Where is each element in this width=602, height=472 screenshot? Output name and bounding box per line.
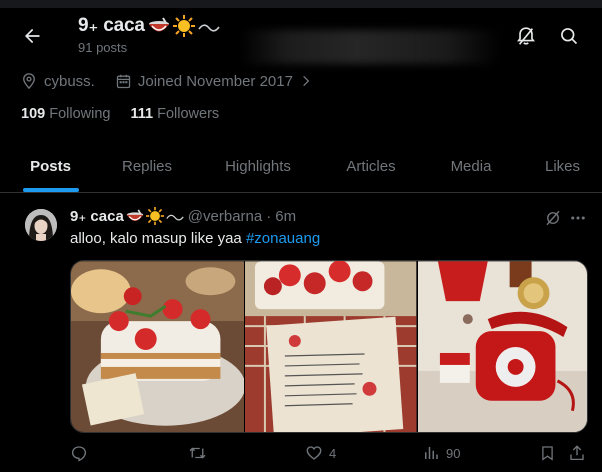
bowl-emoji-icon xyxy=(126,209,143,221)
blurred-banner xyxy=(240,30,500,64)
like-count: 4 xyxy=(329,445,337,461)
followers-link[interactable]: 111 Followers xyxy=(130,106,219,122)
share-icon xyxy=(570,445,584,461)
tab-media-label: Media xyxy=(450,157,492,175)
tilde-swirl-icon xyxy=(166,214,184,221)
views-button[interactable]: 90 xyxy=(422,444,460,462)
profile-meta: cybuss. Joined November 2017 xyxy=(20,72,313,90)
media-photo-recipe[interactable] xyxy=(245,261,417,433)
post-count: 91 posts xyxy=(78,40,128,55)
reply-button[interactable] xyxy=(70,444,94,462)
share-button[interactable] xyxy=(568,444,586,462)
post-author-name: 9₊ caca xyxy=(70,208,124,225)
post-header: 9₊ caca @verbarna · 6m xyxy=(70,207,296,225)
tab-posts[interactable]: Posts xyxy=(0,140,101,192)
calendar-icon xyxy=(116,74,131,88)
chevron-right-icon[interactable] xyxy=(299,74,313,88)
tab-articles-label: Articles xyxy=(346,157,396,175)
location-text: cybuss. xyxy=(44,72,95,90)
back-button[interactable] xyxy=(14,18,50,54)
tab-highlights[interactable]: Highlights xyxy=(193,140,323,192)
sun-emoji-icon xyxy=(145,207,164,225)
avatar-image xyxy=(25,209,57,241)
bookmark-button[interactable] xyxy=(539,444,556,462)
following-count: 109 xyxy=(21,106,46,122)
header-display-name: 9₊ caca xyxy=(78,14,220,37)
window-top-edge xyxy=(0,0,602,8)
grok-button[interactable] xyxy=(539,204,567,232)
profile-header: 9₊ caca 91 posts xyxy=(0,8,602,64)
post[interactable]: 9₊ caca @verbarna · 6m alloo, kalo masup… xyxy=(0,194,602,472)
bookmark-icon xyxy=(542,446,553,461)
tab-posts-label: Posts xyxy=(30,157,71,175)
grok-icon xyxy=(546,210,560,226)
header-title: 9₊ caca 91 posts xyxy=(78,14,220,55)
bowl-emoji-icon xyxy=(148,16,169,31)
more-button[interactable] xyxy=(564,204,592,232)
arrow-left-icon xyxy=(25,28,40,44)
search-icon xyxy=(561,28,578,45)
hashtag-link[interactable]: #zonauang xyxy=(246,230,320,247)
tab-likes-label: Likes xyxy=(544,157,581,175)
tab-articles[interactable]: Articles xyxy=(323,140,419,192)
repost-icon xyxy=(189,447,206,459)
post-separator: · xyxy=(266,207,272,225)
location-pin-icon xyxy=(23,73,35,90)
notifications-off-button[interactable] xyxy=(508,18,544,54)
tilde-swirl-icon xyxy=(198,23,220,32)
post-handle[interactable]: @verbarna xyxy=(188,208,262,225)
following-label: Following xyxy=(49,106,111,122)
view-count: 90 xyxy=(446,445,461,461)
post-time[interactable]: 6m xyxy=(275,208,296,225)
profile-tabs: Posts Replies Highlights Articles Media … xyxy=(0,140,602,193)
reply-icon xyxy=(71,446,87,462)
follow-stats: 109 Following 111 Followers xyxy=(21,106,219,122)
tab-highlights-label: Highlights xyxy=(225,157,291,175)
heart-icon xyxy=(306,446,322,460)
followers-label: Followers xyxy=(157,106,220,122)
post-body: alloo, kalo masup like yaa xyxy=(70,230,246,247)
more-dots-icon xyxy=(571,216,585,220)
post-text: alloo, kalo masup like yaa #zonauang xyxy=(70,230,320,247)
sun-emoji-icon xyxy=(172,14,195,37)
search-button[interactable] xyxy=(551,18,587,54)
display-name-text: 9₊ caca xyxy=(78,15,145,36)
tab-media[interactable]: Media xyxy=(419,140,523,192)
avatar[interactable] xyxy=(25,209,57,241)
bar-chart-icon xyxy=(425,447,438,459)
tab-replies-label: Replies xyxy=(121,157,173,175)
bell-slash-icon xyxy=(517,27,535,45)
active-tab-indicator xyxy=(22,188,79,192)
joined-date: Joined November 2017 xyxy=(137,72,293,90)
like-button[interactable]: 4 xyxy=(305,444,336,462)
tab-likes[interactable]: Likes xyxy=(523,140,602,192)
media-photo-cake[interactable] xyxy=(71,261,245,433)
post-actions: 4 90 xyxy=(70,444,588,468)
post-author[interactable]: 9₊ caca xyxy=(70,207,184,225)
post-media[interactable] xyxy=(70,260,588,433)
following-link[interactable]: 109 Following xyxy=(21,106,110,122)
repost-button[interactable] xyxy=(188,444,213,462)
media-photo-telephone[interactable] xyxy=(417,261,587,433)
tab-replies[interactable]: Replies xyxy=(101,140,193,192)
followers-count: 111 xyxy=(130,106,154,122)
